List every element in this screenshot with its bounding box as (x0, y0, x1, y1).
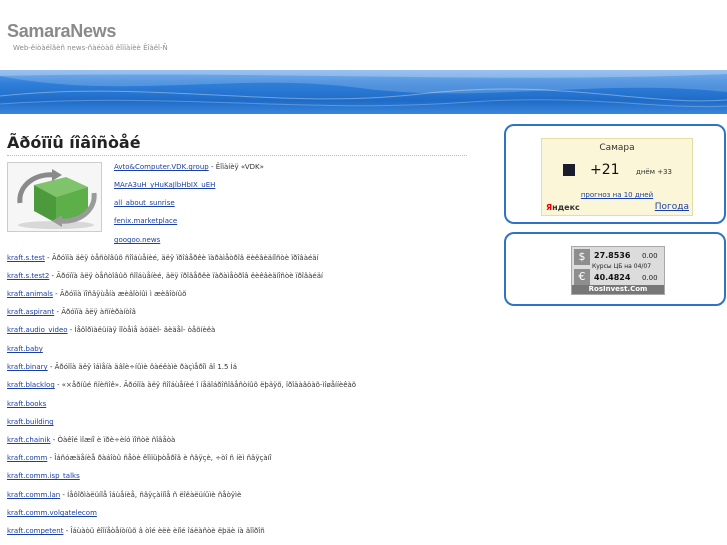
top-link[interactable]: Avto&Computer.VDK.group (114, 163, 209, 171)
group-row: kraft.s.test - Ãðóïïà äëÿ òåñòîâûõ ñîîáù… (7, 254, 319, 262)
group-desc: - Íåôîðìàëüíàÿ ïîòåìå àóäèî- âèäåî- òåõí… (67, 326, 216, 334)
weather-forecast-link[interactable]: прогноз на 10 дней (542, 191, 692, 199)
group-row: kraft.comm - Îáñóæäåíèå ðàáîòû ñåòè êîìï… (7, 454, 272, 462)
weather-link[interactable]: Погода (655, 202, 689, 212)
group-link[interactable]: kraft.comm.volgatelecom (7, 509, 97, 517)
group-link[interactable]: kraft.blacklog (7, 381, 55, 389)
group-desc: - Íåôîðìàëüíîå îáùåíèå, ñâÿçàííîå ñ ëîêà… (60, 491, 242, 499)
group-row: kraft.comm.lan - Íåôîðìàëüíîå îáùåíèå, ñ… (7, 491, 241, 499)
news-thumbnail-image (7, 162, 102, 232)
weather-informer[interactable]: Самара +21 днём +33 прогноз на 10 дней Я… (541, 138, 693, 216)
heading-divider (7, 155, 467, 156)
group-link[interactable]: kraft.comm.isp_talks (7, 472, 80, 480)
group-link[interactable]: kraft.baby (7, 345, 43, 353)
group-link[interactable]: kraft.animals (7, 290, 53, 298)
eur-rate: 40.4824 (594, 273, 631, 282)
group-desc: - Òàêîé ìîæíî è ïðè÷èíó ïîñòè ñîâåòà (50, 436, 176, 444)
yandex-logo[interactable]: Яндекс (546, 203, 580, 212)
top-link[interactable]: fenix.marketplace (114, 217, 177, 225)
weather-day-temp: днём +33 (636, 168, 673, 176)
group-desc: - Ãðóïïà ïîñâÿùåíà æèâîòíûì ì æèâîòíûõ (52, 290, 187, 298)
weather-city: Самара (599, 143, 635, 153)
group-row: kraft.s.test2 - Ãðóïïà äëÿ òåñòîâûõ ñîîá… (7, 272, 323, 280)
page-heading: Ãðóïïû íîâîñòåé (7, 133, 141, 152)
group-row: kraft.comm.isp_talks (7, 472, 80, 480)
header-wave-graphic (0, 70, 727, 108)
site-title[interactable]: SamaraNews (7, 21, 116, 42)
group-desc: - Ãðóïïà äëÿ òåñòîâûõ ñîîáùåíèé, äëÿ ïðî… (49, 272, 323, 280)
weather-temperature: +21 (590, 162, 620, 178)
usd-rate: 27.8536 (594, 251, 631, 260)
rates-label: Курсы ЦБ на (592, 263, 632, 270)
rates-sidebar-box: $ 27.8536 0.00 Курсы ЦБ на 04/07 € 40.48… (504, 232, 726, 306)
group-row: kraft.binary - Ãðóïïà äëÿ îáìåíà äâîè÷íû… (7, 363, 237, 371)
euro-icon: € (574, 269, 590, 285)
green-box-arrow-icon (17, 169, 97, 229)
site-tagline: Web-êiòàëîãèñ news-ñàéòàõ êîïïàíèè Êîàëî… (13, 44, 168, 52)
group-desc: - Ãðóïïà äëÿ òåñòîâûõ ñîîáùåíèé, äëÿ ïðî… (44, 254, 319, 262)
top-link[interactable]: MArA3uH_yHuKaJlbHbIX_uEH (114, 181, 215, 189)
weather-condition-icon (563, 164, 575, 176)
group-link[interactable]: kraft.s.test (7, 254, 45, 262)
group-link[interactable]: kraft.comm (7, 454, 47, 462)
group-desc: - «×åðíûé ñïèñîê». Ãðóïïà äëÿ ñîîáùåíèé … (54, 381, 357, 389)
group-link[interactable]: kraft.books (7, 400, 46, 408)
group-row: kraft.blacklog - «×åðíûé ñïèñîê». Ãðóïïà… (7, 381, 356, 389)
rosinvest-brand[interactable]: RosInvest.Com (572, 285, 664, 294)
top-link-desc: - Êîïàíèÿ «VDK» (208, 163, 264, 171)
top-link[interactable]: all_about_sunrise (114, 199, 175, 207)
group-link[interactable]: kraft.s.test2 (7, 272, 49, 280)
weather-sidebar-box: Самара +21 днём +33 прогноз на 10 дней Я… (504, 124, 726, 224)
group-row: kraft.baby (7, 345, 43, 353)
group-link[interactable]: kraft.comm.lan (7, 491, 60, 499)
group-row: kraft.building (7, 418, 54, 426)
group-row: kraft.competent - Îáùàòü êîìïåòåíòíûõ â … (7, 527, 265, 535)
group-row: kraft.comm.volgatelecom (7, 509, 97, 517)
top-link-row: MArA3uH_yHuKaJlbHbIX_uEH (114, 181, 215, 189)
group-link[interactable]: kraft.audio_video (7, 326, 68, 334)
rates-date: 04/07 (633, 263, 652, 270)
group-row: kraft.chainik - Òàêîé ìîæíî è ïðè÷èíó ïî… (7, 436, 175, 444)
group-desc: - Ãðóïïà äëÿ àñïèðàíòîâ (54, 308, 136, 316)
group-row: kraft.books (7, 400, 46, 408)
top-link-row: fenix.marketplace (114, 217, 177, 225)
top-link-row: all_about_sunrise (114, 199, 175, 207)
header-banner (0, 70, 727, 114)
top-link-row: Avto&Computer.VDK.group - Êîïàíèÿ «VDK» (114, 163, 264, 171)
group-link[interactable]: kraft.competent (7, 527, 63, 535)
group-desc: - Îáùàòü êîìïåòåíòíûõ â òîé èëè èíîé îáë… (63, 527, 265, 535)
group-desc: - Ãðóïïà äëÿ îáìåíà äâîè÷íûìè ôàéëàìè ðà… (47, 363, 238, 371)
yandex-logo-rest: ндекс (552, 203, 580, 212)
group-link[interactable]: kraft.binary (7, 363, 48, 371)
group-desc: - Îáñóæäåíèå ðàáîòû ñåòè êîìïüþòåðîâ è ñ… (47, 454, 272, 462)
usd-change: 0.00 (642, 252, 658, 260)
group-link[interactable]: kraft.aspirant (7, 308, 54, 316)
group-row: kraft.animals - Ãðóïïà ïîñâÿùåíà æèâîòíû… (7, 290, 186, 298)
currency-rates-informer[interactable]: $ 27.8536 0.00 Курсы ЦБ на 04/07 € 40.48… (571, 246, 665, 295)
group-row: kraft.aspirant - Ãðóïïà äëÿ àñïèðàíòîâ (7, 308, 136, 316)
dollar-icon: $ (574, 249, 590, 265)
top-link-row: googoo.news (114, 236, 160, 244)
group-link[interactable]: kraft.chainik (7, 436, 51, 444)
rates-date-label: Курсы ЦБ на 04/07 (592, 263, 651, 270)
group-row: kraft.audio_video - Íåôîðìàëüíàÿ ïîòåìå … (7, 326, 215, 334)
eur-change: 0.00 (642, 274, 658, 282)
top-link[interactable]: googoo.news (114, 236, 160, 244)
group-link[interactable]: kraft.building (7, 418, 54, 426)
